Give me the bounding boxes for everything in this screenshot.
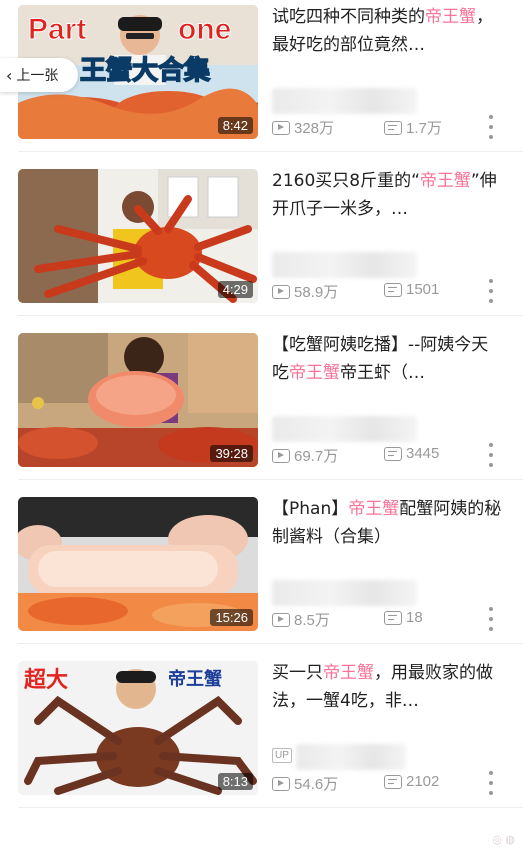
title-text: 【Phan】: [272, 499, 349, 519]
author-name-blurred[interactable]: [272, 88, 417, 114]
author-name-blurred[interactable]: [272, 580, 417, 606]
chevron-left-icon: ‹: [6, 65, 13, 85]
play-count-icon: [272, 612, 290, 627]
title-text: 试吃四种不同种类的: [272, 7, 425, 27]
back-button[interactable]: ‹ 上一张: [0, 58, 78, 92]
title-keyword-highlight: 帝王蟹: [425, 7, 476, 27]
view-count: 69.7万: [272, 445, 338, 466]
video-duration: 15:26: [210, 609, 253, 626]
thumbnail-text: one: [178, 13, 231, 46]
view-count: 58.9万: [272, 281, 338, 302]
danmaku-count-value: 1.7万: [406, 120, 442, 137]
danmaku-count: 2102: [384, 773, 439, 790]
title-keyword-highlight: 帝王蟹: [323, 663, 374, 683]
video-stats: 69.7万 3445: [272, 445, 512, 467]
video-title[interactable]: 【吃蟹阿姨吃播】--阿姨今天吃帝王蟹帝王虾（…: [272, 331, 504, 387]
video-duration: 8:42: [217, 117, 253, 134]
title-text: 帝王虾（…: [340, 363, 425, 383]
up-badge: UP: [272, 748, 292, 763]
video-thumbnail[interactable]: 超大 帝王蟹 8:13: [18, 661, 258, 795]
danmaku-count: 1.7万: [384, 117, 442, 138]
author-name-blurred[interactable]: [296, 744, 406, 770]
view-count-value: 54.6万: [294, 776, 339, 793]
divider: [18, 315, 523, 316]
divider: [18, 643, 523, 644]
more-vertical-icon[interactable]: [487, 279, 495, 303]
more-vertical-icon[interactable]: [487, 115, 495, 139]
video-card[interactable]: 39:28 【吃蟹阿姨吃播】--阿姨今天吃帝王蟹帝王虾（… 69.7万 3445: [0, 328, 523, 492]
video-duration: 4:29: [217, 281, 253, 298]
video-stats: 8.5万 18: [272, 609, 512, 631]
divider: [18, 479, 523, 480]
video-thumbnail[interactable]: 39:28: [18, 333, 258, 467]
video-stats: 328万 1.7万: [272, 117, 512, 139]
danmaku-count: 1501: [384, 281, 439, 298]
danmaku-count-icon: [384, 610, 402, 625]
video-card[interactable]: 4:29 2160买只8斤重的“帝王蟹”伸开爪子一米多，… 58.9万 1501: [0, 164, 523, 328]
divider: [18, 807, 523, 808]
title-text: 2160买只8斤重的“: [272, 171, 420, 191]
title-text: 买一只: [272, 663, 323, 683]
play-count-icon: [272, 284, 290, 299]
danmaku-count-icon: [384, 446, 402, 461]
view-count: 328万: [272, 117, 334, 138]
view-count-value: 58.9万: [294, 284, 339, 301]
author-name-blurred[interactable]: [272, 416, 417, 442]
view-count-value: 8.5万: [294, 612, 330, 629]
danmaku-count-icon: [384, 774, 402, 789]
title-keyword-highlight: 帝王蟹: [289, 363, 340, 383]
play-count-icon: [272, 776, 290, 791]
watermark-logo: ◎ ◍: [492, 833, 515, 846]
more-vertical-icon[interactable]: [487, 771, 495, 795]
video-title[interactable]: 买一只帝王蟹，用最败家的做法，一蟹4吃，非…: [272, 659, 504, 715]
video-card[interactable]: Part one 王蟹大合集 8:42 试吃四种不同种类的帝王蟹，最好吃的部位竟…: [0, 0, 523, 164]
video-stats: 58.9万 1501: [272, 281, 512, 303]
danmaku-count-value: 18: [406, 609, 423, 626]
video-duration: 8:13: [217, 773, 253, 790]
video-stats: 54.6万 2102: [272, 773, 512, 795]
play-count-icon: [272, 448, 290, 463]
video-card[interactable]: 15:26 【Phan】帝王蟹配蟹阿姨的秘制酱料（合集） 8.5万 18: [0, 492, 523, 656]
danmaku-count-value: 1501: [406, 281, 440, 298]
view-count-value: 328万: [294, 120, 335, 137]
title-keyword-highlight: 帝王蟹: [348, 499, 400, 519]
danmaku-count-icon: [384, 282, 402, 297]
danmaku-count: 18: [384, 609, 423, 626]
author-name-blurred[interactable]: [272, 252, 417, 278]
thumbnail-text: 王蟹大合集: [80, 55, 211, 86]
video-title[interactable]: 【Phan】帝王蟹配蟹阿姨的秘制酱料（合集）: [272, 495, 504, 551]
view-count-value: 69.7万: [294, 448, 339, 465]
more-vertical-icon[interactable]: [487, 607, 495, 631]
back-button-label: 上一张: [16, 68, 59, 84]
video-title[interactable]: 2160买只8斤重的“帝王蟹”伸开爪子一米多，…: [272, 167, 504, 223]
thumbnail-text: 超大: [24, 668, 68, 693]
view-count: 54.6万: [272, 773, 338, 794]
danmaku-count-icon: [384, 120, 402, 135]
video-card[interactable]: 超大 帝王蟹 8:13 买一只帝王蟹，用最败家的做法，一蟹4吃，非… UP 54…: [0, 656, 523, 820]
thumbnail-text: Part: [28, 13, 86, 46]
more-vertical-icon[interactable]: [487, 443, 495, 467]
thumbnail-text: 帝王蟹: [168, 668, 222, 690]
danmaku-count-value: 2102: [406, 773, 440, 790]
video-thumbnail[interactable]: 15:26: [18, 497, 258, 631]
danmaku-count: 3445: [384, 445, 439, 462]
danmaku-count-value: 3445: [406, 445, 440, 462]
divider: [18, 151, 523, 152]
play-count-icon: [272, 120, 290, 135]
video-title[interactable]: 试吃四种不同种类的帝王蟹，最好吃的部位竟然…: [272, 3, 504, 59]
video-thumbnail[interactable]: 4:29: [18, 169, 258, 303]
title-keyword-highlight: 帝王蟹: [419, 171, 471, 191]
view-count: 8.5万: [272, 609, 330, 630]
video-duration: 39:28: [210, 445, 253, 462]
